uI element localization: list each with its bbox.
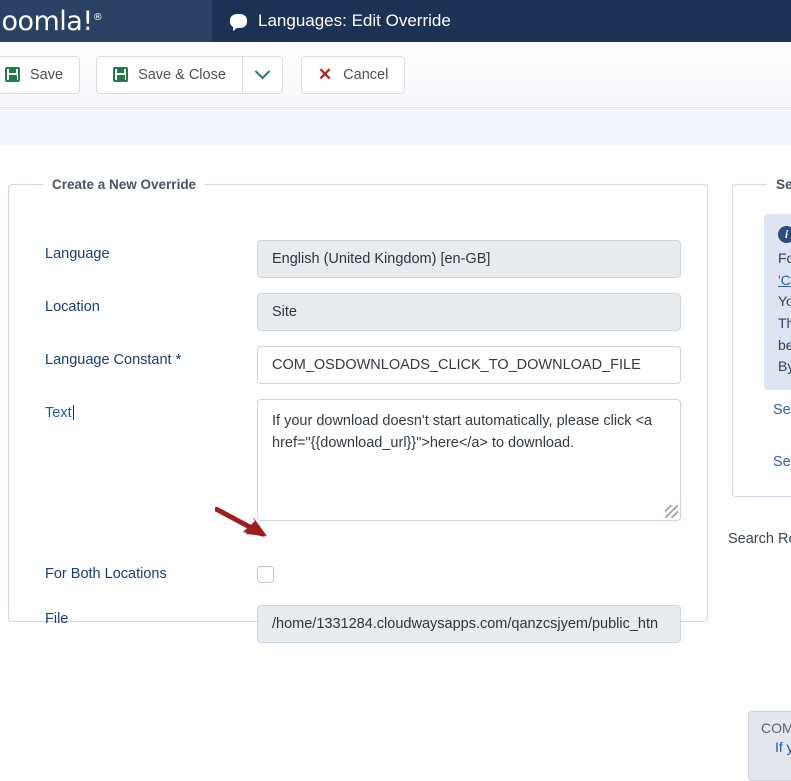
file-control: /home/1331284.cloudwaysapps.com/qanzcsjy… [257,605,707,643]
create-override-legend: Create a New Override [52,177,197,192]
toolbar: Save Save & Close ✕ Cancel [0,42,791,108]
info-line-5: be [778,336,791,353]
language-constant-control: COM_OSDOWNLOADS_CLICK_TO_DOWNLOAD_FILE [257,346,707,384]
save-dropdown-toggle[interactable] [241,55,283,94]
search-link-2[interactable]: Sear [773,454,791,470]
location-control: Site [257,293,707,331]
close-x-icon: ✕ [317,65,333,84]
info-line-4: Th [778,315,791,332]
search-results-label: Search Re [728,531,791,547]
save-close-button-label: Save & Close [138,66,226,83]
info-message-box: i Fo 'C Yo Th be By [764,214,791,391]
search-result-constant: COM_O [761,720,791,736]
speech-bubble-icon [230,14,247,31]
app-header: Joomla!® Languages: Edit Override [0,0,791,42]
field-row-language: Language English (United Kingdom) [en-GB… [9,240,707,278]
search-link-1[interactable]: Sear [773,402,791,418]
field-row-constant: Language Constant * COM_OSDOWNLOADS_CLIC… [9,346,707,384]
file-label: File [45,611,69,627]
info-link[interactable]: 'C [778,272,791,288]
file-input[interactable]: /home/1331284.cloudwaysapps.com/qanzcsjy… [257,605,681,643]
location-input[interactable]: Site [257,293,681,331]
save-close-button-group: Save & Close [96,55,283,94]
language-label: Language [45,246,110,262]
info-line-3: Yo [778,293,791,310]
field-row-file: File /home/1331284.cloudwaysapps.com/qan… [9,605,707,643]
search-result-item[interactable]: COM_O If yo [748,711,791,781]
brand-area[interactable]: Joomla!® [0,0,212,42]
sub-header-band [0,109,791,145]
text-label: Text [45,405,74,421]
info-line-1: Fo [778,250,791,266]
info-line-6: By [778,358,791,375]
location-label: Location [45,299,100,315]
joomla-logo: Joomla!® [0,5,103,37]
search-panel-legend: Se [776,177,791,192]
field-row-location: Location Site [9,293,707,331]
language-input[interactable]: English (United Kingdom) [en-GB] [257,240,681,278]
floppy-disk-icon [113,67,129,82]
resize-handle-icon[interactable] [665,505,678,518]
info-circle-icon: i [778,226,791,243]
cancel-button[interactable]: ✕ Cancel [300,55,406,94]
content-area: Create a New Override Language English (… [0,145,791,781]
page-title: Languages: Edit Override [258,11,451,30]
create-override-panel: Create a New Override Language English (… [8,177,708,643]
floppy-disk-icon [5,67,20,82]
info-line-2: 'C [778,270,791,292]
save-close-button[interactable]: Save & Close [96,55,242,94]
save-button[interactable]: Save [0,55,81,94]
field-row-both-locations: For Both Locations [9,560,707,583]
both-locations-control [257,560,707,583]
text-control: If your download doesn't start automatic… [257,399,707,521]
both-locations-checkbox[interactable] [257,566,274,583]
language-constant-label: Language Constant * [45,352,182,368]
language-control: English (United Kingdom) [en-GB] [257,240,707,278]
both-locations-label: For Both Locations [45,566,167,582]
save-button-label: Save [30,66,64,83]
page-header: Languages: Edit Override [212,0,791,42]
text-cursor [72,405,74,420]
cancel-button-label: Cancel [343,66,389,83]
chevron-down-icon [254,63,271,80]
language-constant-input[interactable]: COM_OSDOWNLOADS_CLICK_TO_DOWNLOAD_FILE [257,346,681,384]
search-panel: Se i Fo 'C Yo Th be By Sear Sear [732,177,791,497]
text-textarea-value: If your download doesn't start automatic… [272,413,653,451]
search-result-text: If yo [775,739,791,755]
field-row-text: Text If your download doesn't start auto… [9,399,707,521]
text-textarea[interactable]: If your download doesn't start automatic… [257,399,681,521]
